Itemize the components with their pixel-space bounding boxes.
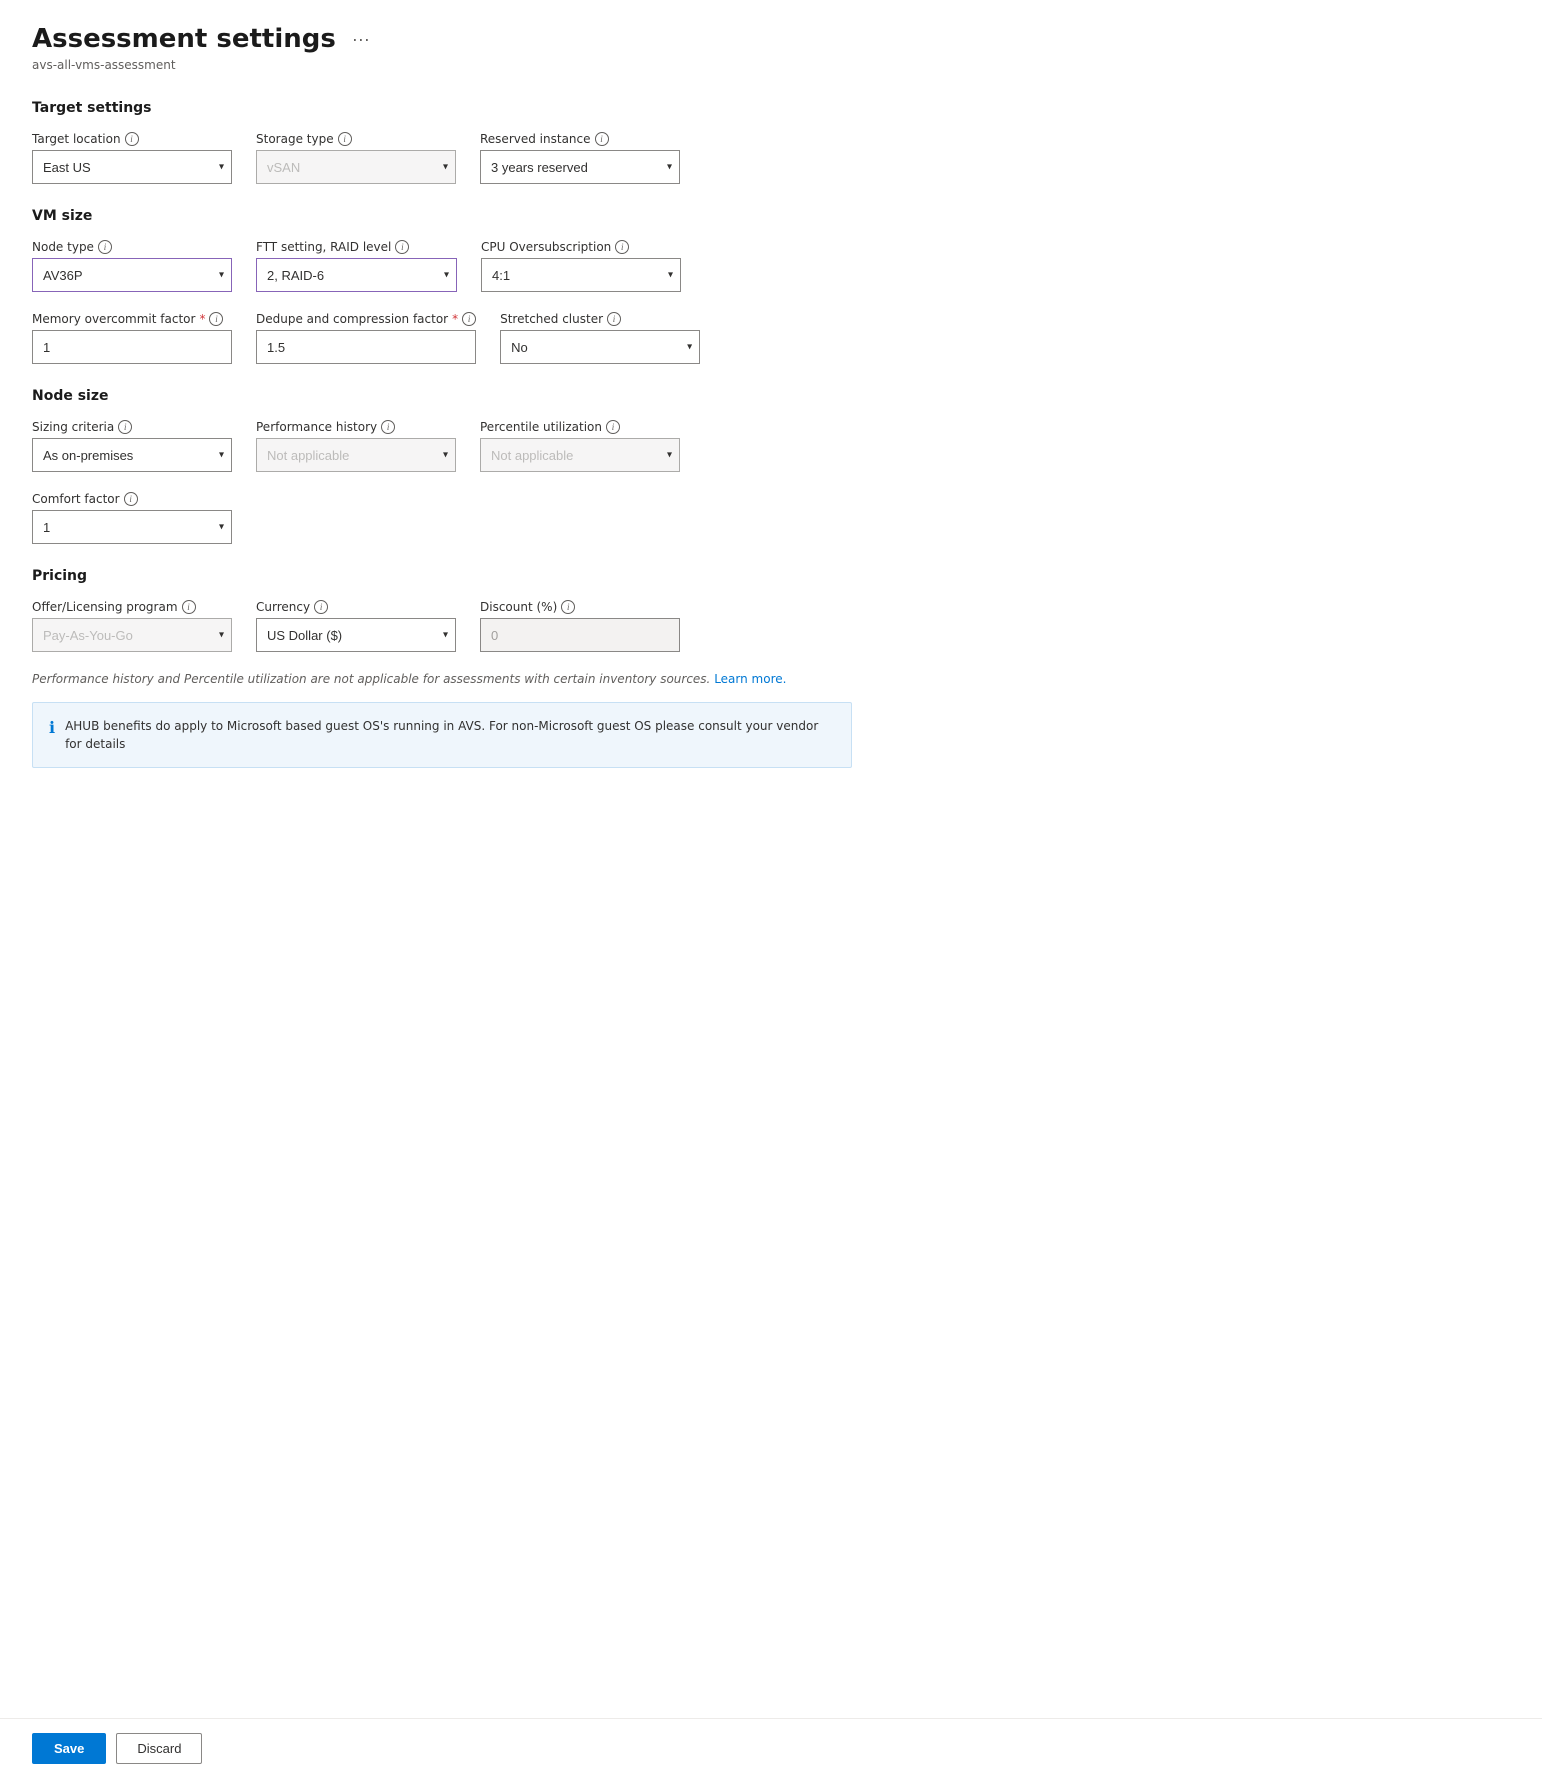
currency-select-wrapper: US Dollar ($) Euro (€) British Pound (£)… <box>256 618 456 652</box>
info-banner: ℹ AHUB benefits do apply to Microsoft ba… <box>32 702 852 768</box>
cpu-oversubscription-select[interactable]: 2:1 4:1 6:1 8:1 <box>481 258 681 292</box>
sizing-criteria-select-wrapper: As on-premises Performance-based ▾ <box>32 438 232 472</box>
discount-info-icon[interactable]: i <box>561 600 575 614</box>
percentile-utilization-select: Not applicable <box>480 438 680 472</box>
sizing-criteria-label: Sizing criteria i <box>32 420 232 434</box>
sizing-criteria-group: Sizing criteria i As on-premises Perform… <box>32 420 232 472</box>
stretched-cluster-group: Stretched cluster i No Yes ▾ <box>500 312 700 364</box>
currency-info-icon[interactable]: i <box>314 600 328 614</box>
ftt-setting-info-icon[interactable]: i <box>395 240 409 254</box>
ellipsis-menu-button[interactable]: ··· <box>346 27 376 52</box>
target-location-label: Target location i <box>32 132 232 146</box>
comfort-factor-group: Comfort factor i 1 1.3 1.5 2 ▾ <box>32 492 232 544</box>
ftt-setting-group: FTT setting, RAID level i 1, RAID-1 (Mir… <box>256 240 457 292</box>
dedupe-compression-input[interactable] <box>256 330 476 364</box>
currency-select[interactable]: US Dollar ($) Euro (€) British Pound (£) <box>256 618 456 652</box>
dedupe-compression-required: * <box>452 312 458 326</box>
stretched-cluster-label: Stretched cluster i <box>500 312 700 326</box>
bottom-bar: Save Discard <box>0 1718 1542 1778</box>
discount-input <box>480 618 680 652</box>
performance-history-group: Performance history i Not applicable ▾ <box>256 420 456 472</box>
dedupe-compression-label: Dedupe and compression factor * i <box>256 312 476 326</box>
comfort-factor-select-wrapper: 1 1.3 1.5 2 ▾ <box>32 510 232 544</box>
ftt-setting-label: FTT setting, RAID level i <box>256 240 457 254</box>
comfort-factor-select[interactable]: 1 1.3 1.5 2 <box>32 510 232 544</box>
node-type-select-wrapper: AV36 AV36P AV52 ▾ <box>32 258 232 292</box>
reserved-instance-select-wrapper: None 1 year reserved 3 years reserved ▾ <box>480 150 680 184</box>
cpu-oversubscription-select-wrapper: 2:1 4:1 6:1 8:1 ▾ <box>481 258 681 292</box>
percentile-utilization-group: Percentile utilization i Not applicable … <box>480 420 680 472</box>
ftt-setting-select[interactable]: 1, RAID-1 (Mirroring) 1, RAID-5 (Erasure… <box>256 258 457 292</box>
vm-size-section-title: VM size <box>32 208 868 224</box>
performance-history-select-wrapper: Not applicable ▾ <box>256 438 456 472</box>
page-title: Assessment settings <box>32 24 336 54</box>
memory-overcommit-input[interactable] <box>32 330 232 364</box>
discard-button[interactable]: Discard <box>116 1733 202 1764</box>
offer-licensing-select: Pay-As-You-Go <box>32 618 232 652</box>
stretched-cluster-select[interactable]: No Yes <box>500 330 700 364</box>
storage-type-select: vSAN <box>256 150 456 184</box>
node-type-select[interactable]: AV36 AV36P AV52 <box>32 258 232 292</box>
stretched-cluster-select-wrapper: No Yes ▾ <box>500 330 700 364</box>
node-type-group: Node type i AV36 AV36P AV52 ▾ <box>32 240 232 292</box>
page-subtitle: avs-all-vms-assessment <box>32 58 868 72</box>
offer-licensing-select-wrapper: Pay-As-You-Go ▾ <box>32 618 232 652</box>
info-banner-text: AHUB benefits do apply to Microsoft base… <box>65 717 835 753</box>
memory-overcommit-group: Memory overcommit factor * i <box>32 312 232 364</box>
comfort-factor-info-icon[interactable]: i <box>124 492 138 506</box>
memory-overcommit-required: * <box>199 312 205 326</box>
node-size-section-title: Node size <box>32 388 868 404</box>
memory-overcommit-label: Memory overcommit factor * i <box>32 312 232 326</box>
info-banner-icon: ℹ <box>49 718 55 737</box>
offer-licensing-group: Offer/Licensing program i Pay-As-You-Go … <box>32 600 232 652</box>
sizing-criteria-info-icon[interactable]: i <box>118 420 132 434</box>
reserved-instance-label: Reserved instance i <box>480 132 680 146</box>
performance-history-select: Not applicable <box>256 438 456 472</box>
memory-overcommit-info-icon[interactable]: i <box>209 312 223 326</box>
storage-type-info-icon[interactable]: i <box>338 132 352 146</box>
performance-history-info-icon[interactable]: i <box>381 420 395 434</box>
percentile-utilization-select-wrapper: Not applicable ▾ <box>480 438 680 472</box>
comfort-factor-label: Comfort factor i <box>32 492 232 506</box>
stretched-cluster-info-icon[interactable]: i <box>607 312 621 326</box>
storage-type-select-wrapper: vSAN ▾ <box>256 150 456 184</box>
performance-history-label: Performance history i <box>256 420 456 434</box>
discount-label: Discount (%) i <box>480 600 680 614</box>
target-location-select[interactable]: East US West US West Europe North Europe <box>32 150 232 184</box>
node-type-info-icon[interactable]: i <box>98 240 112 254</box>
percentile-utilization-label: Percentile utilization i <box>480 420 680 434</box>
cpu-oversubscription-group: CPU Oversubscription i 2:1 4:1 6:1 8:1 ▾ <box>481 240 681 292</box>
footer-note: Performance history and Percentile utili… <box>32 672 852 686</box>
sizing-criteria-select[interactable]: As on-premises Performance-based <box>32 438 232 472</box>
reserved-instance-select[interactable]: None 1 year reserved 3 years reserved <box>480 150 680 184</box>
node-type-label: Node type i <box>32 240 232 254</box>
save-button[interactable]: Save <box>32 1733 106 1764</box>
discount-group: Discount (%) i <box>480 600 680 652</box>
target-settings-section-title: Target settings <box>32 100 868 116</box>
storage-type-label: Storage type i <box>256 132 456 146</box>
target-location-group: Target location i East US West US West E… <box>32 132 232 184</box>
pricing-section-title: Pricing <box>32 568 868 584</box>
currency-group: Currency i US Dollar ($) Euro (€) Britis… <box>256 600 456 652</box>
offer-licensing-label: Offer/Licensing program i <box>32 600 232 614</box>
offer-licensing-info-icon[interactable]: i <box>182 600 196 614</box>
storage-type-group: Storage type i vSAN ▾ <box>256 132 456 184</box>
currency-label: Currency i <box>256 600 456 614</box>
learn-more-link[interactable]: Learn more. <box>714 672 786 686</box>
dedupe-compression-group: Dedupe and compression factor * i <box>256 312 476 364</box>
ftt-setting-select-wrapper: 1, RAID-1 (Mirroring) 1, RAID-5 (Erasure… <box>256 258 457 292</box>
target-location-info-icon[interactable]: i <box>125 132 139 146</box>
reserved-instance-group: Reserved instance i None 1 year reserved… <box>480 132 680 184</box>
percentile-utilization-info-icon[interactable]: i <box>606 420 620 434</box>
target-location-select-wrapper: East US West US West Europe North Europe… <box>32 150 232 184</box>
cpu-oversubscription-label: CPU Oversubscription i <box>481 240 681 254</box>
cpu-oversubscription-info-icon[interactable]: i <box>615 240 629 254</box>
reserved-instance-info-icon[interactable]: i <box>595 132 609 146</box>
dedupe-compression-info-icon[interactable]: i <box>462 312 476 326</box>
